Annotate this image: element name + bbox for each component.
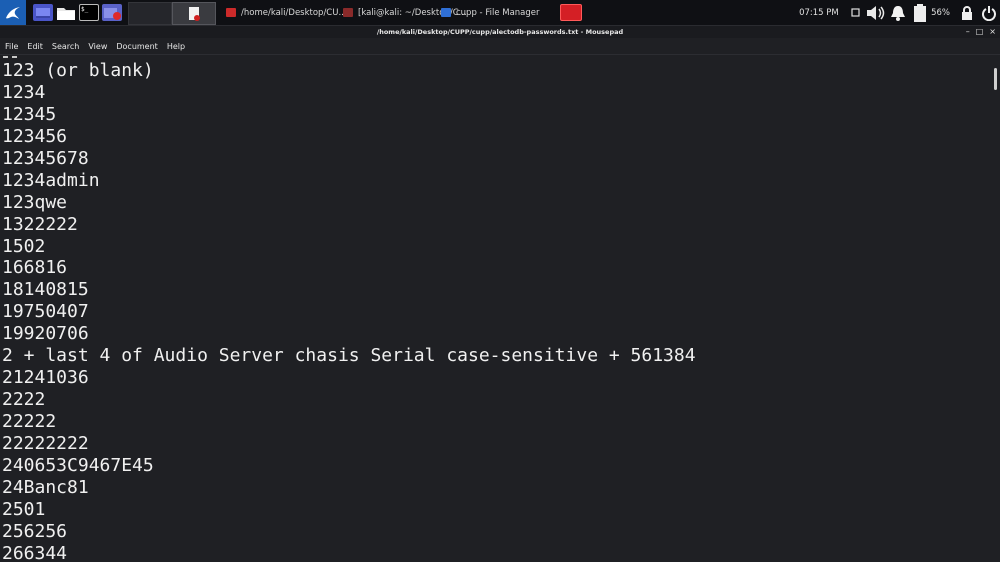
vertical-scrollbar[interactable]: [992, 56, 1000, 562]
file-manager-icon[interactable]: [56, 4, 76, 21]
red-app-icon[interactable]: [560, 4, 582, 21]
editor-line[interactable]: 166816: [2, 257, 696, 279]
bell-icon[interactable]: [887, 0, 909, 25]
mousepad-icon: [189, 6, 200, 21]
menu-help[interactable]: Help: [167, 42, 185, 51]
kali-dragon-icon: [6, 6, 20, 19]
maximize-button[interactable]: □: [976, 28, 984, 36]
workspace-switcher: [128, 2, 216, 25]
editor-line[interactable]: 2501: [2, 499, 696, 521]
task-terminal[interactable]: [kali@kali: ~/Desktop/C...: [337, 0, 467, 25]
task-file-manager[interactable]: cupp - File Manager: [435, 0, 542, 25]
taskbar: /home/kali/Desktop/CU... [kali@kali: ~/D…: [220, 0, 582, 25]
mousepad-icon: [226, 8, 236, 17]
workspace-1[interactable]: [128, 2, 172, 25]
editor-line[interactable]: 2 + last 4 of Audio Server chasis Serial…: [2, 345, 696, 367]
editor-line[interactable]: 123456: [2, 126, 696, 148]
window-title: /home/kali/Desktop/CUPP/cupp/alectodb-pa…: [376, 28, 624, 36]
system-tray: 07:15 PM 56%: [799, 0, 1000, 25]
editor-line[interactable]: 12345: [2, 104, 696, 126]
editor-line[interactable]: 123 (or blank): [2, 60, 696, 82]
editor-line[interactable]: 1322222: [2, 214, 696, 236]
menu-search[interactable]: Search: [52, 42, 79, 51]
menu-edit[interactable]: Edit: [27, 42, 43, 51]
folder-icon: [441, 8, 451, 17]
editor-line[interactable]: 240653C9467E45: [2, 455, 696, 477]
menu-document[interactable]: Document: [116, 42, 157, 51]
launcher-group: $_: [33, 4, 122, 21]
kali-menu-button[interactable]: [0, 0, 26, 25]
volume-icon[interactable]: [863, 0, 887, 25]
text-editor[interactable]: 123 (or blank) 1234 12345 123456 12345678 123…: [0, 56, 992, 562]
terminal-icon: [343, 8, 353, 17]
editor-line[interactable]: 22222222: [2, 433, 696, 455]
power-icon[interactable]: [978, 0, 1000, 25]
editor-line[interactable]: 123qwe: [2, 192, 696, 214]
task-label: cupp - File Manager: [456, 7, 540, 18]
editor-line[interactable]: 24Banc81: [2, 477, 696, 499]
editor-line[interactable]: 22222: [2, 411, 696, 433]
editor-line[interactable]: 12345678: [2, 148, 696, 170]
menu-bar: File Edit Search View Document Help: [0, 38, 1000, 55]
menu-file[interactable]: File: [5, 42, 18, 51]
top-panel: $_ /home/kali/Desktop/CU... [kali@kali: …: [0, 0, 1000, 26]
terminal-prompt-text: $_: [81, 6, 89, 13]
task-mousepad[interactable]: /home/kali/Desktop/CU...: [220, 0, 347, 25]
editor-line[interactable]: 1234admin: [2, 170, 696, 192]
screen-recorder-icon[interactable]: [102, 4, 122, 21]
terminal-icon[interactable]: $_: [79, 4, 99, 21]
editor-line[interactable]: 1502: [2, 236, 696, 258]
task-label: /home/kali/Desktop/CU...: [241, 7, 347, 18]
editor-line[interactable]: 19750407: [2, 301, 696, 323]
window-controls: – □ ×: [966, 26, 996, 38]
battery-percentage: 56%: [931, 7, 950, 18]
editor-line[interactable]: 266344: [2, 543, 696, 562]
editor-line[interactable]: 1234: [2, 82, 696, 104]
clock[interactable]: 07:15 PM: [799, 8, 847, 18]
editor-lines: 123 (or blank) 1234 12345 123456 12345678 123…: [2, 60, 696, 562]
desktop-icon[interactable]: [33, 4, 53, 21]
editor-line[interactable]: 21241036: [2, 367, 696, 389]
lock-icon[interactable]: [956, 0, 978, 25]
minimize-button[interactable]: –: [966, 28, 970, 36]
editor-line[interactable]: 256256: [2, 521, 696, 543]
battery-icon[interactable]: [909, 0, 931, 25]
close-button[interactable]: ×: [989, 28, 996, 36]
editor-line[interactable]: 2222: [2, 389, 696, 411]
notification-icon[interactable]: [847, 0, 863, 25]
window-titlebar[interactable]: /home/kali/Desktop/CUPP/cupp/alectodb-pa…: [0, 26, 1000, 38]
editor-line[interactable]: 19920706: [2, 323, 696, 345]
editor-line[interactable]: 18140815: [2, 279, 696, 301]
menu-view[interactable]: View: [88, 42, 107, 51]
workspace-2[interactable]: [172, 2, 216, 25]
scrollbar-thumb[interactable]: [994, 68, 997, 90]
